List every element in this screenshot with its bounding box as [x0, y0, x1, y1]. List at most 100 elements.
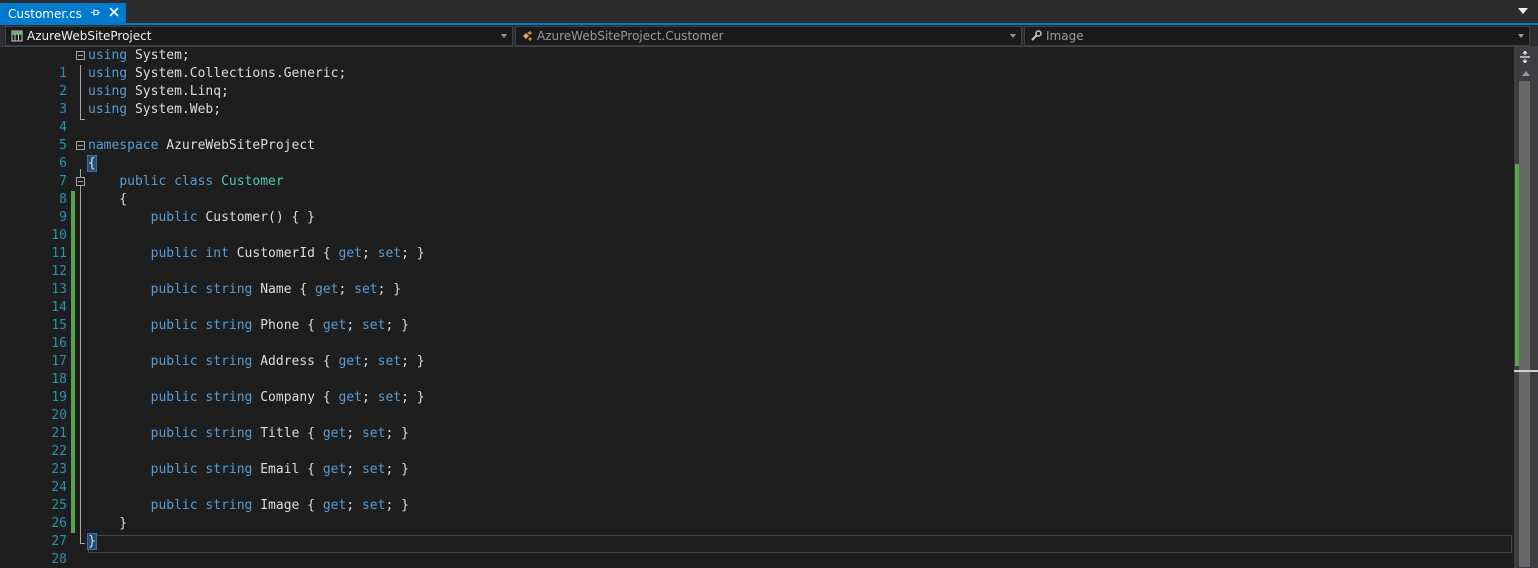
change-marker — [71, 245, 75, 263]
code-line: 24 public string Email { get; set; } — [0, 461, 1514, 495]
wrench-property-icon — [1030, 30, 1042, 42]
code-line: 5 — [0, 119, 1514, 153]
keyword: using — [88, 84, 128, 99]
code-text: System.Collections.Generic; — [127, 66, 347, 81]
code-text-area[interactable]: 1 using System; 2 using System.Collectio… — [0, 47, 1514, 568]
keyword: get — [338, 246, 362, 261]
split-window-icon[interactable] — [1518, 50, 1532, 65]
code-line: 26 public string Image { get; set; } — [0, 497, 1514, 531]
keyword: public — [150, 390, 198, 405]
keyword: int — [205, 246, 229, 261]
line-number: 28 — [51, 552, 67, 567]
pin-icon[interactable] — [89, 7, 101, 20]
keyword: using — [88, 48, 128, 63]
scroll-up-icon[interactable] — [1522, 71, 1530, 76]
code-text: System; — [127, 48, 190, 63]
code-line: 10 public Customer() { } — [0, 209, 1514, 243]
chevron-down-icon — [1010, 34, 1016, 38]
keyword: using — [88, 102, 128, 117]
change-marker — [71, 497, 75, 515]
scrollbar-thumb[interactable] — [1519, 81, 1530, 567]
code-line: 8 public class Customer — [0, 173, 1514, 207]
code-line: 27 } — [0, 515, 1514, 549]
code-line: 16 public string Phone { get; set; } — [0, 317, 1514, 351]
change-marker — [71, 335, 75, 353]
keyword: set — [354, 282, 378, 297]
keyword: set — [361, 498, 386, 513]
code-line: 28 } — [0, 533, 1514, 567]
caret-position-marker — [1514, 370, 1538, 372]
keyword: string — [205, 318, 253, 333]
keyword: namespace — [88, 138, 159, 153]
keyword: set — [361, 462, 386, 477]
code-line: 25 — [0, 479, 1514, 513]
tab-overflow-chevron-down-icon[interactable] — [1518, 8, 1528, 14]
code-text: Name { — [252, 282, 316, 297]
collapse-toggle-icon[interactable] — [76, 177, 85, 186]
change-marker — [71, 443, 75, 461]
change-overview-marker — [1515, 164, 1519, 366]
vertical-scrollbar[interactable] — [1514, 47, 1538, 568]
keyword: get — [322, 426, 347, 441]
keyword: public — [150, 354, 198, 369]
code-line: 18 public string Address { get; set; } — [0, 353, 1514, 387]
code-line: 20 public string Company { get; set; } — [0, 389, 1514, 423]
change-marker — [71, 191, 75, 209]
keyword: set — [361, 426, 386, 441]
keyword: public — [150, 318, 198, 333]
change-marker — [71, 209, 75, 227]
member-dropdown[interactable]: Image — [1024, 26, 1530, 46]
keyword: class — [174, 174, 214, 189]
keyword: set — [377, 246, 402, 261]
collapse-toggle-icon[interactable] — [76, 51, 85, 60]
close-icon[interactable] — [107, 7, 121, 21]
code-text: Company { — [252, 390, 339, 405]
code-line: 17 — [0, 335, 1514, 369]
member-label: Image — [1046, 29, 1084, 43]
code-text: Address { — [252, 354, 339, 369]
keyword: set — [377, 354, 402, 369]
keyword: get — [315, 282, 339, 297]
code-text: System.Web; — [127, 102, 222, 117]
project-dropdown[interactable]: AzureWebSiteProject — [5, 26, 513, 46]
code-text: System.Linq; — [127, 84, 229, 99]
keyword: public — [150, 210, 198, 225]
collapse-toggle-icon[interactable] — [76, 141, 85, 150]
keyword: string — [205, 390, 253, 405]
code-line: 6 namespace AzureWebSiteProject — [0, 137, 1514, 171]
code-line: 13 — [0, 263, 1514, 297]
matched-brace: } — [87, 533, 97, 550]
change-marker — [71, 317, 75, 335]
type-name: Customer — [221, 174, 284, 189]
change-marker — [71, 425, 75, 443]
keyword: public — [150, 426, 198, 441]
code-text: AzureWebSiteProject — [158, 138, 315, 153]
change-marker — [71, 461, 75, 479]
code-line: 22 public string Title { get; set; } — [0, 425, 1514, 459]
code-editor-window: Customer.cs AzureWebSiteProject AzureWeb… — [0, 0, 1538, 568]
keyword: set — [377, 390, 402, 405]
code-line: 19 — [0, 371, 1514, 405]
code-text: } — [88, 516, 128, 531]
change-marker — [71, 371, 75, 389]
keyword: get — [338, 390, 362, 405]
chevron-down-icon — [1518, 34, 1524, 38]
tab-customer-cs[interactable]: Customer.cs — [0, 3, 126, 25]
change-marker — [71, 515, 75, 533]
code-text: Title { — [252, 426, 323, 441]
code-text: { — [88, 192, 128, 207]
matched-brace: { — [87, 155, 97, 172]
keyword: using — [88, 66, 128, 81]
change-marker — [71, 281, 75, 299]
change-marker — [71, 299, 75, 317]
type-dropdown[interactable]: AzureWebSiteProject.Customer — [515, 26, 1022, 46]
chevron-down-icon — [501, 34, 507, 38]
keyword: public — [150, 462, 198, 477]
code-line: 23 — [0, 443, 1514, 477]
keyword: public — [150, 282, 198, 297]
code-line: 2 using System.Collections.Generic; — [0, 65, 1514, 99]
keyword: public — [150, 246, 198, 261]
project-icon — [11, 30, 23, 42]
code-line: 1 using System; — [0, 47, 1514, 81]
